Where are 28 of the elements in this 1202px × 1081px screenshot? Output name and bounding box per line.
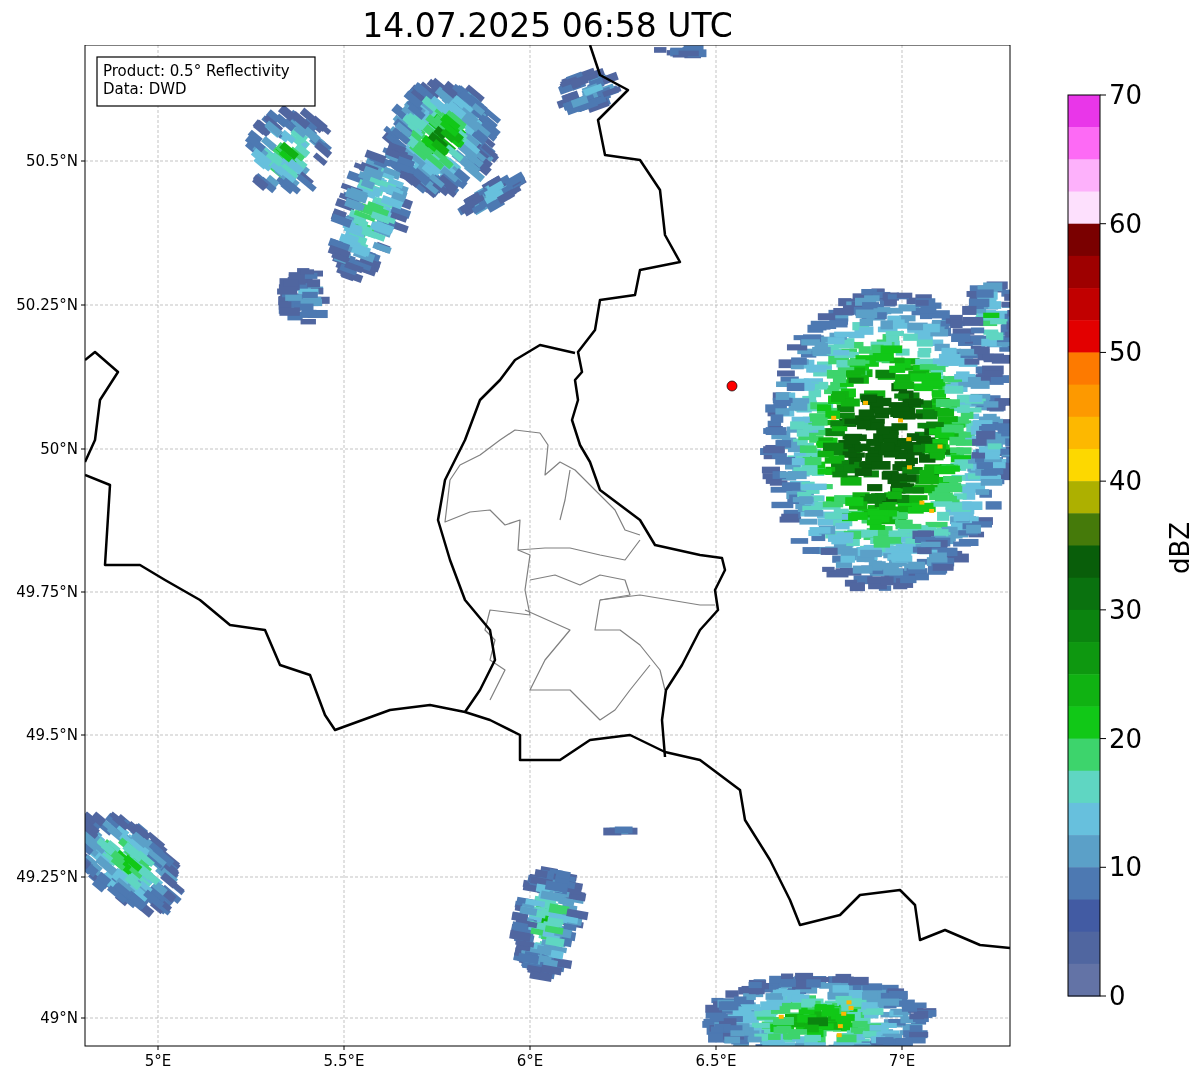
- axis-tick-label: 50°N: [40, 440, 78, 458]
- axis-tick-label: 49.5°N: [25, 726, 78, 744]
- info-text: Product: 0.5° Reflectivity: [103, 62, 290, 80]
- axis-tick-label: 6°E: [516, 1052, 544, 1070]
- location-marker: [726, 380, 738, 392]
- colorbar-tick-label: 0: [1109, 981, 1126, 1011]
- colorbar-tick-label: 10: [1109, 852, 1143, 883]
- axis-tick-label: 50.25°N: [16, 296, 78, 314]
- axis-tick-label: 5°E: [144, 1052, 172, 1070]
- radar-echo-drawing: [654, 45, 707, 59]
- colorbar-tick-label: 70: [1109, 80, 1143, 110]
- colorbar-tick-label: 40: [1109, 466, 1143, 497]
- colorbar-tick-label: 50: [1109, 337, 1143, 368]
- axis-tick-label: 50.5°N: [25, 152, 78, 170]
- axis-tick-label: 5.5°E: [323, 1052, 365, 1070]
- axis-tick-label: 7°E: [888, 1052, 916, 1070]
- colorbar-tick-label: 20: [1109, 723, 1143, 754]
- axis-tick-label: 49.25°N: [16, 868, 78, 886]
- axis-tick-label: 6.5°E: [695, 1052, 737, 1070]
- radar-echo-drawing: [556, 67, 622, 116]
- colorbar-tick-label: 60: [1109, 208, 1143, 239]
- info-text: Data: DWD: [103, 80, 187, 98]
- axis-tick-label: 49°N: [40, 1009, 78, 1027]
- colorbar-tick-label: 30: [1109, 594, 1143, 625]
- colorbar-label: dBZ: [1165, 521, 1195, 575]
- chart-title: 14.07.2025 06:58 UTC: [362, 7, 733, 45]
- radar-echo-drawing: [603, 826, 638, 836]
- axis-tick-label: 49.75°N: [16, 583, 78, 601]
